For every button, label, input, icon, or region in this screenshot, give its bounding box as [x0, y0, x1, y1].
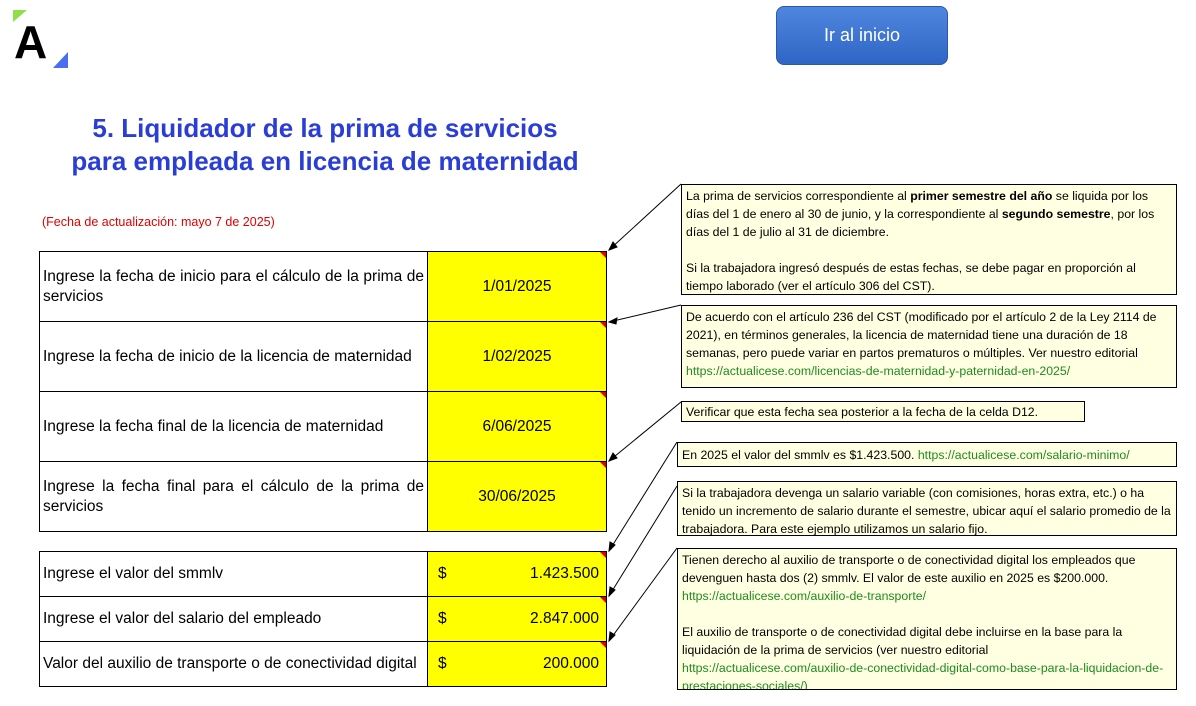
note-text: Tienen derecho al auxilio de transporte …	[682, 553, 1136, 585]
connectivity-link[interactable]: https://actualicese.com/auxilio-de-conec…	[682, 659, 1172, 689]
note-maternity-leave: De acuerdo con el artículo 236 del CST (…	[681, 305, 1177, 388]
note-bold-text: segundo semestre	[1001, 207, 1111, 221]
note-text: Verificar que esta fecha sea posterior a…	[686, 405, 1039, 419]
transport-link[interactable]: https://actualicese.com/auxilio-de-trans…	[682, 587, 1172, 605]
note-verify-date: Verificar que esta fecha sea posterior a…	[681, 401, 1085, 422]
note-bold-text: primer semestre del año	[910, 189, 1053, 203]
note-smmlv: En 2025 el valor del smmlv es $1.423.500…	[677, 442, 1177, 467]
note-variable-salary: Si la trabajadora devenga un salario var…	[677, 481, 1177, 536]
note-text: Si la trabajadora devenga un salario var…	[682, 486, 1171, 536]
note-text: De acuerdo con el artículo 236 del CST (…	[686, 310, 1157, 360]
note-prima-periods: La prima de servicios correspondiente al…	[681, 184, 1177, 295]
salary-link[interactable]: https://actualicese.com/salario-minimo/	[918, 448, 1130, 462]
note-text: La prima de servicios correspondiente al	[686, 189, 911, 203]
note-text: Si la trabajadora ingresó después de est…	[686, 261, 1136, 293]
editorial-link[interactable]: https://actualicese.com/licencias-de-mat…	[686, 364, 1070, 378]
note-transport-allowance: Tienen derecho al auxilio de transporte …	[677, 548, 1177, 690]
note-text: El auxilio de transporte o de conectivid…	[682, 625, 1123, 657]
note-text: En 2025 el valor del smmlv es $1.423.500…	[682, 448, 918, 462]
